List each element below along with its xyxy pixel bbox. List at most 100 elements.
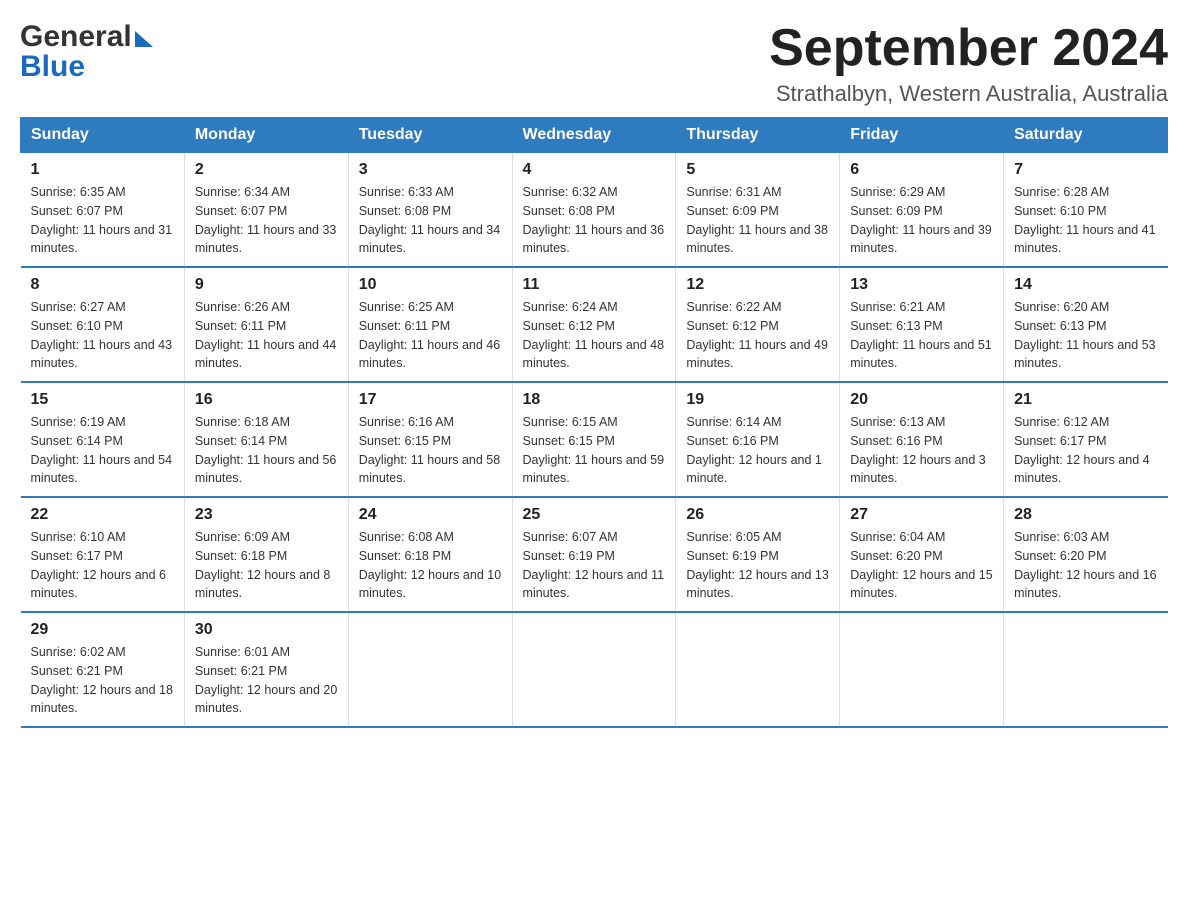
logo-arrow-icon: [135, 31, 153, 47]
day-number: 3: [359, 161, 502, 179]
calendar-week-1: 1 Sunrise: 6:35 AMSunset: 6:07 PMDayligh…: [21, 153, 1168, 268]
day-info: Sunrise: 6:13 AMSunset: 6:16 PMDaylight:…: [850, 413, 993, 488]
day-info: Sunrise: 6:26 AMSunset: 6:11 PMDaylight:…: [195, 298, 338, 373]
calendar-day-7: 7 Sunrise: 6:28 AMSunset: 6:10 PMDayligh…: [1004, 153, 1168, 268]
calendar-day-9: 9 Sunrise: 6:26 AMSunset: 6:11 PMDayligh…: [184, 267, 348, 382]
calendar-subtitle: Strathalbyn, Western Australia, Australi…: [769, 81, 1168, 107]
day-info: Sunrise: 6:31 AMSunset: 6:09 PMDaylight:…: [686, 183, 829, 258]
day-info: Sunrise: 6:14 AMSunset: 6:16 PMDaylight:…: [686, 413, 829, 488]
calendar-day-10: 10 Sunrise: 6:25 AMSunset: 6:11 PMDaylig…: [348, 267, 512, 382]
day-number: 1: [31, 161, 174, 179]
calendar-week-4: 22 Sunrise: 6:10 AMSunset: 6:17 PMDaylig…: [21, 497, 1168, 612]
page-header: General Blue September 2024 Strathalbyn,…: [20, 20, 1168, 107]
day-number: 6: [850, 161, 993, 179]
day-info: Sunrise: 6:16 AMSunset: 6:15 PMDaylight:…: [359, 413, 502, 488]
calendar-empty-cell: [840, 612, 1004, 727]
day-info: Sunrise: 6:09 AMSunset: 6:18 PMDaylight:…: [195, 528, 338, 603]
day-number: 24: [359, 506, 502, 524]
calendar-day-3: 3 Sunrise: 6:33 AMSunset: 6:08 PMDayligh…: [348, 153, 512, 268]
calendar-empty-cell: [676, 612, 840, 727]
calendar-day-25: 25 Sunrise: 6:07 AMSunset: 6:19 PMDaylig…: [512, 497, 676, 612]
day-number: 18: [523, 391, 666, 409]
day-info: Sunrise: 6:20 AMSunset: 6:13 PMDaylight:…: [1014, 298, 1157, 373]
calendar-day-22: 22 Sunrise: 6:10 AMSunset: 6:17 PMDaylig…: [21, 497, 185, 612]
day-number: 25: [523, 506, 666, 524]
weekday-header-thursday: Thursday: [676, 118, 840, 153]
day-info: Sunrise: 6:21 AMSunset: 6:13 PMDaylight:…: [850, 298, 993, 373]
day-info: Sunrise: 6:04 AMSunset: 6:20 PMDaylight:…: [850, 528, 993, 603]
day-number: 23: [195, 506, 338, 524]
day-number: 26: [686, 506, 829, 524]
day-number: 29: [31, 621, 174, 639]
day-info: Sunrise: 6:05 AMSunset: 6:19 PMDaylight:…: [686, 528, 829, 603]
calendar-day-16: 16 Sunrise: 6:18 AMSunset: 6:14 PMDaylig…: [184, 382, 348, 497]
logo: General Blue: [20, 20, 153, 84]
day-info: Sunrise: 6:32 AMSunset: 6:08 PMDaylight:…: [523, 183, 666, 258]
day-info: Sunrise: 6:18 AMSunset: 6:14 PMDaylight:…: [195, 413, 338, 488]
day-info: Sunrise: 6:08 AMSunset: 6:18 PMDaylight:…: [359, 528, 502, 603]
calendar-day-14: 14 Sunrise: 6:20 AMSunset: 6:13 PMDaylig…: [1004, 267, 1168, 382]
day-info: Sunrise: 6:24 AMSunset: 6:12 PMDaylight:…: [523, 298, 666, 373]
day-number: 27: [850, 506, 993, 524]
calendar-day-29: 29 Sunrise: 6:02 AMSunset: 6:21 PMDaylig…: [21, 612, 185, 727]
day-info: Sunrise: 6:27 AMSunset: 6:10 PMDaylight:…: [31, 298, 174, 373]
day-number: 11: [523, 276, 666, 294]
calendar-day-23: 23 Sunrise: 6:09 AMSunset: 6:18 PMDaylig…: [184, 497, 348, 612]
calendar-day-24: 24 Sunrise: 6:08 AMSunset: 6:18 PMDaylig…: [348, 497, 512, 612]
calendar-day-19: 19 Sunrise: 6:14 AMSunset: 6:16 PMDaylig…: [676, 382, 840, 497]
calendar-empty-cell: [512, 612, 676, 727]
calendar-table: SundayMondayTuesdayWednesdayThursdayFrid…: [20, 117, 1168, 728]
day-info: Sunrise: 6:01 AMSunset: 6:21 PMDaylight:…: [195, 643, 338, 718]
day-info: Sunrise: 6:10 AMSunset: 6:17 PMDaylight:…: [31, 528, 174, 603]
day-info: Sunrise: 6:29 AMSunset: 6:09 PMDaylight:…: [850, 183, 993, 258]
day-number: 5: [686, 161, 829, 179]
logo-blue-text: Blue: [20, 50, 85, 84]
calendar-week-3: 15 Sunrise: 6:19 AMSunset: 6:14 PMDaylig…: [21, 382, 1168, 497]
calendar-title: September 2024: [769, 20, 1168, 77]
day-info: Sunrise: 6:03 AMSunset: 6:20 PMDaylight:…: [1014, 528, 1157, 603]
day-number: 10: [359, 276, 502, 294]
calendar-day-13: 13 Sunrise: 6:21 AMSunset: 6:13 PMDaylig…: [840, 267, 1004, 382]
calendar-week-2: 8 Sunrise: 6:27 AMSunset: 6:10 PMDayligh…: [21, 267, 1168, 382]
day-number: 17: [359, 391, 502, 409]
day-info: Sunrise: 6:35 AMSunset: 6:07 PMDaylight:…: [31, 183, 174, 258]
calendar-day-27: 27 Sunrise: 6:04 AMSunset: 6:20 PMDaylig…: [840, 497, 1004, 612]
day-number: 4: [523, 161, 666, 179]
day-info: Sunrise: 6:22 AMSunset: 6:12 PMDaylight:…: [686, 298, 829, 373]
calendar-day-8: 8 Sunrise: 6:27 AMSunset: 6:10 PMDayligh…: [21, 267, 185, 382]
day-number: 30: [195, 621, 338, 639]
day-info: Sunrise: 6:28 AMSunset: 6:10 PMDaylight:…: [1014, 183, 1157, 258]
day-info: Sunrise: 6:19 AMSunset: 6:14 PMDaylight:…: [31, 413, 174, 488]
day-number: 15: [31, 391, 174, 409]
calendar-empty-cell: [348, 612, 512, 727]
calendar-day-17: 17 Sunrise: 6:16 AMSunset: 6:15 PMDaylig…: [348, 382, 512, 497]
calendar-day-12: 12 Sunrise: 6:22 AMSunset: 6:12 PMDaylig…: [676, 267, 840, 382]
calendar-week-5: 29 Sunrise: 6:02 AMSunset: 6:21 PMDaylig…: [21, 612, 1168, 727]
logo-general-text: General: [20, 20, 132, 54]
weekday-header-saturday: Saturday: [1004, 118, 1168, 153]
day-info: Sunrise: 6:34 AMSunset: 6:07 PMDaylight:…: [195, 183, 338, 258]
calendar-day-28: 28 Sunrise: 6:03 AMSunset: 6:20 PMDaylig…: [1004, 497, 1168, 612]
day-info: Sunrise: 6:12 AMSunset: 6:17 PMDaylight:…: [1014, 413, 1157, 488]
day-number: 7: [1014, 161, 1157, 179]
day-info: Sunrise: 6:02 AMSunset: 6:21 PMDaylight:…: [31, 643, 174, 718]
calendar-day-4: 4 Sunrise: 6:32 AMSunset: 6:08 PMDayligh…: [512, 153, 676, 268]
day-number: 16: [195, 391, 338, 409]
day-number: 12: [686, 276, 829, 294]
calendar-day-1: 1 Sunrise: 6:35 AMSunset: 6:07 PMDayligh…: [21, 153, 185, 268]
day-number: 8: [31, 276, 174, 294]
calendar-day-11: 11 Sunrise: 6:24 AMSunset: 6:12 PMDaylig…: [512, 267, 676, 382]
weekday-header-wednesday: Wednesday: [512, 118, 676, 153]
day-number: 19: [686, 391, 829, 409]
calendar-day-26: 26 Sunrise: 6:05 AMSunset: 6:19 PMDaylig…: [676, 497, 840, 612]
title-section: September 2024 Strathalbyn, Western Aust…: [769, 20, 1168, 107]
day-number: 14: [1014, 276, 1157, 294]
day-number: 28: [1014, 506, 1157, 524]
day-info: Sunrise: 6:15 AMSunset: 6:15 PMDaylight:…: [523, 413, 666, 488]
day-number: 21: [1014, 391, 1157, 409]
day-info: Sunrise: 6:25 AMSunset: 6:11 PMDaylight:…: [359, 298, 502, 373]
calendar-day-18: 18 Sunrise: 6:15 AMSunset: 6:15 PMDaylig…: [512, 382, 676, 497]
calendar-header-row: SundayMondayTuesdayWednesdayThursdayFrid…: [21, 118, 1168, 153]
calendar-day-2: 2 Sunrise: 6:34 AMSunset: 6:07 PMDayligh…: [184, 153, 348, 268]
calendar-day-15: 15 Sunrise: 6:19 AMSunset: 6:14 PMDaylig…: [21, 382, 185, 497]
